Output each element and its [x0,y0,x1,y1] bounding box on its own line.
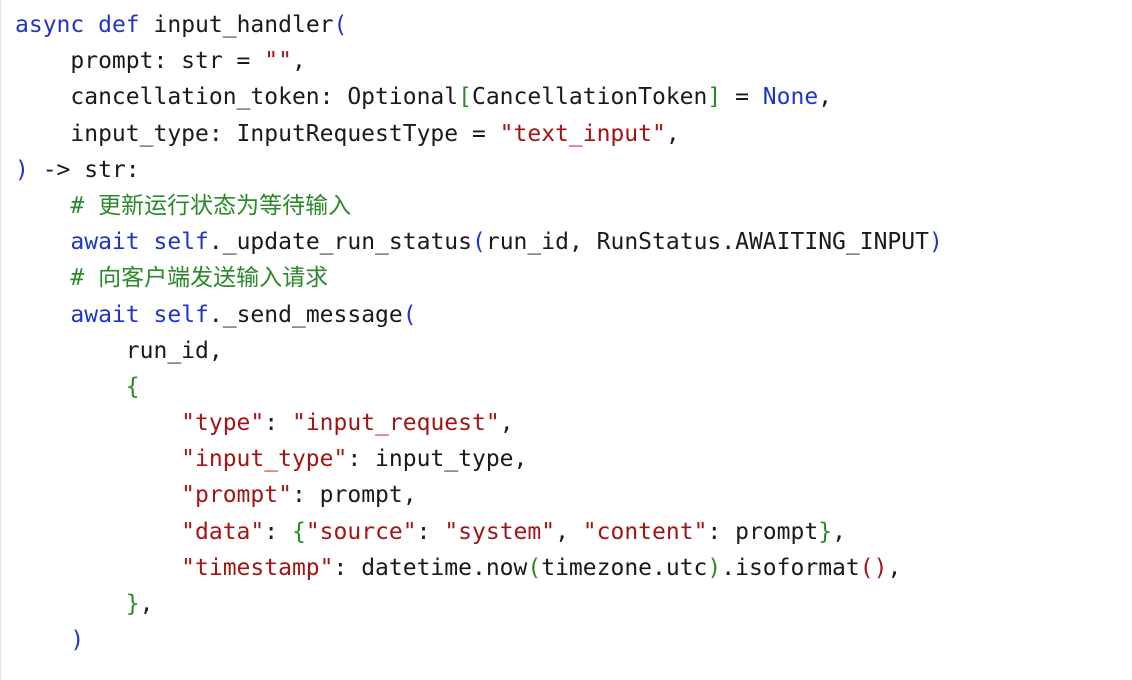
code-line: # 向客户端发送输入请求 [15,260,943,296]
code-token: ] [707,84,722,111]
code-token: ) [70,627,85,654]
code-token: def [98,12,140,38]
code-token: -> str: [28,156,140,183]
code-token: , [818,84,833,111]
code-token: .isoformat [721,554,860,581]
code-block: async def input_handler( prompt: str = "… [15,7,943,658]
code-token: await [70,229,140,256]
code-token: : input_type, [347,446,528,473]
code-token: async [15,12,85,38]
code-token: { [291,518,306,545]
code-token: } [818,518,833,545]
code-token: # 更新运行状态为等待输入 [70,192,352,219]
code-token: ( [472,229,486,256]
code-token: "input_type" [181,446,348,473]
code-token: ) [707,554,722,581]
code-token: "" [264,48,292,75]
code-token: ( [333,12,348,38]
code-token: , [291,48,306,75]
code-token: ._update_run_status [208,229,472,256]
code-line: ) [15,622,943,658]
code-token: , [665,120,680,147]
code-line: "data": {"source": "system", "content": … [15,514,943,550]
code-token: "type" [181,410,265,437]
code-token: "text_input" [499,120,666,147]
code-token: : [264,518,292,545]
code-token: prompt: str = [15,48,265,75]
code-token: : prompt, [291,482,417,509]
code-token: { [125,373,140,400]
code-line: "prompt": prompt, [15,477,943,513]
code-token: , [499,410,514,437]
code-editor-panel: async def input_handler( prompt: str = "… [0,0,1132,680]
code-token: None [762,84,819,111]
code-token: "prompt" [181,482,292,509]
code-line: # 更新运行状态为等待输入 [15,188,943,224]
code-line: { [15,369,943,405]
code-line: }, [15,586,943,622]
code-token: = [721,84,763,111]
code-token: : [416,518,445,545]
code-token: timezone.utc [541,554,708,581]
code-line: run_id, [15,333,943,369]
code-token: , [832,518,846,545]
code-token: "content" [582,518,708,545]
code-token: : [264,410,292,437]
code-token: "system" [444,518,556,545]
code-line: prompt: str = "", [15,43,943,79]
code-line: async def input_handler( [15,7,943,43]
code-token: run_id, [15,337,223,364]
code-token: : datetime.now [333,554,528,581]
code-line: ) -> str: [15,152,943,188]
code-token: self [153,229,209,256]
code-token: ._send_message [208,301,403,328]
code-token: "data" [181,518,265,545]
code-token: ( [402,301,417,328]
code-token: input_type: InputRequestType = [15,120,500,147]
code-token: "input_request" [291,410,500,437]
code-token: } [125,591,140,617]
code-token: await [70,301,140,328]
code-line: cancellation_token: Optional[Cancellatio… [15,79,943,115]
code-line: "input_type": input_type, [15,441,943,477]
code-line: "type": "input_request", [15,405,943,441]
code-token: "timestamp" [181,554,334,581]
code-line: await self._send_message( [15,297,943,333]
code-token: self [153,301,209,328]
code-token: CancellationToken [471,84,708,111]
code-token: , [139,591,154,617]
code-token: ( [527,554,542,581]
code-token: : prompt [707,518,819,545]
code-line: "timestamp": datetime.now(timezone.utc).… [15,550,943,586]
code-token: ) [15,156,29,183]
code-line: await self._update_run_status(run_id, Ru… [15,224,943,260]
code-line: input_type: InputRequestType = "text_inp… [15,116,943,152]
code-token: "source" [305,518,417,545]
code-token: # 向客户端发送输入请求 [70,265,329,292]
code-token: , [887,554,902,581]
code-token: ) [928,229,943,256]
code-token: () [859,554,888,581]
code-token: [ [458,84,472,111]
code-token: cancellation_token: Optional [15,84,459,111]
code-token: input_handler [139,12,334,38]
code-token: , [555,518,583,545]
code-token: run_id, RunStatus.AWAITING_INPUT [485,229,929,256]
